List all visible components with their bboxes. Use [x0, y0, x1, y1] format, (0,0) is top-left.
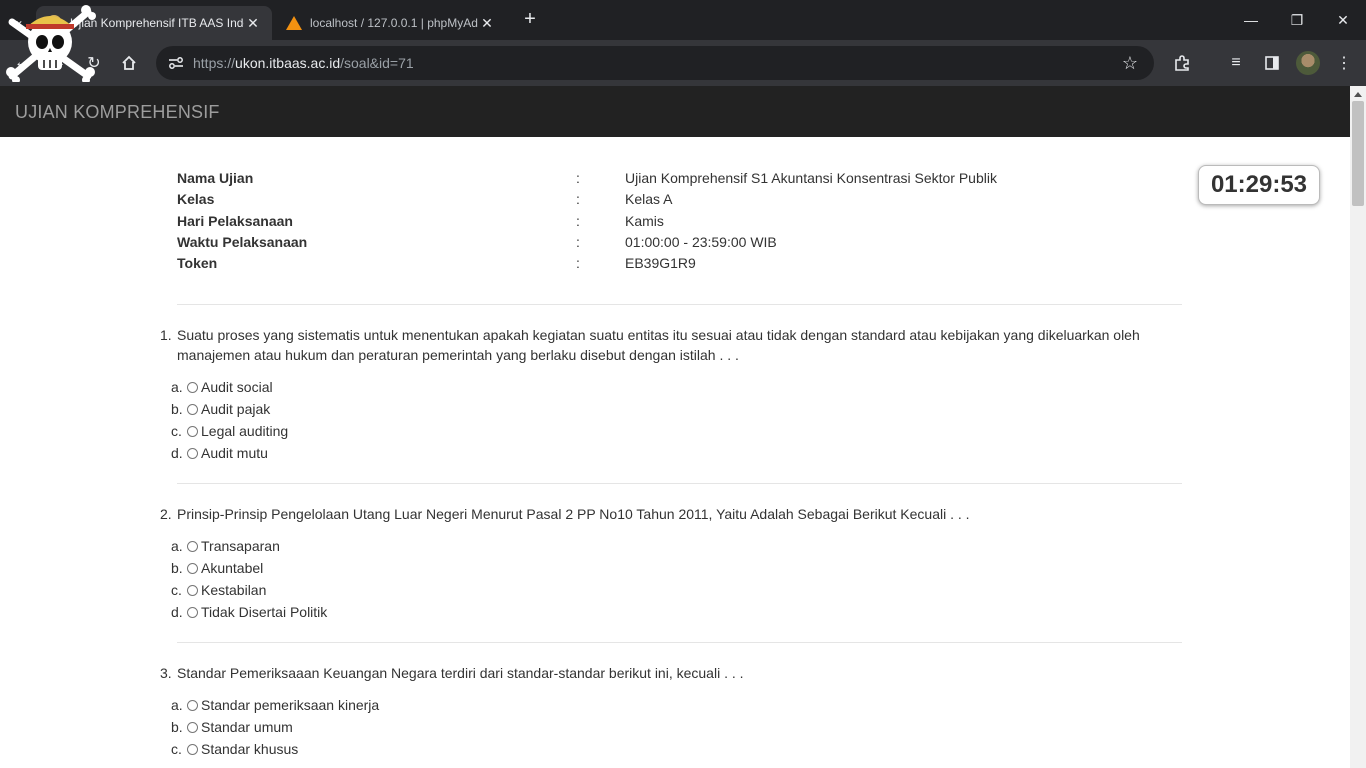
q3-option-b[interactable]: b. Standar umum — [171, 717, 293, 737]
question-number: 3. — [160, 665, 172, 681]
q2-option-d[interactable]: d. Tidak Disertai Politik — [171, 602, 327, 622]
page-scrollbar[interactable] — [1350, 86, 1366, 768]
radio-button[interactable] — [187, 448, 198, 459]
q3-option-c[interactable]: c. Standar khusus — [171, 739, 298, 759]
radio-button[interactable] — [187, 585, 198, 596]
extensions-icon[interactable] — [1170, 51, 1194, 75]
restore-button[interactable]: ❐ — [1274, 0, 1320, 40]
address-bar[interactable]: https://ukon.itbaas.ac.id/soal&id=71 ☆ — [156, 46, 1154, 80]
countdown-timer: 01:29:53 — [1198, 165, 1320, 205]
menu-kebab-icon[interactable]: ⋮ — [1332, 51, 1356, 75]
question-number: 2. — [160, 506, 172, 522]
q2-option-c[interactable]: c. Kestabilan — [171, 580, 266, 600]
q3-option-a[interactable]: a. Standar pemeriksaan kinerja — [171, 695, 379, 715]
phpmyadmin-favicon-icon — [286, 16, 302, 30]
radio-button[interactable] — [187, 426, 198, 437]
scroll-up-arrow-icon[interactable] — [1354, 92, 1362, 97]
radio-button[interactable] — [187, 700, 198, 711]
tab-title: Ujian Komprehensif ITB AAS Indonesia — [70, 16, 244, 30]
q1-option-b[interactable]: b. Audit pajak — [171, 399, 270, 419]
radio-button[interactable] — [187, 404, 198, 415]
q2-option-b[interactable]: b. Akuntabel — [171, 558, 263, 578]
bookmark-star-icon[interactable]: ☆ — [1118, 51, 1142, 75]
question-number: 1. — [160, 327, 172, 343]
tab-phpmyadmin[interactable]: localhost / 127.0.0.1 | phpMyAdmin ✕ — [276, 6, 506, 40]
close-tab-icon[interactable]: ✕ — [478, 15, 496, 32]
profile-avatar[interactable] — [1296, 51, 1320, 75]
radio-button[interactable] — [187, 541, 198, 552]
tab-title: localhost / 127.0.0.1 | phpMyAdmin — [310, 16, 478, 30]
side-panel-icon[interactable] — [1260, 51, 1284, 75]
divider — [177, 304, 1182, 305]
q1-option-c[interactable]: c. Legal auditing — [171, 421, 288, 441]
site-navbar: UJIAN KOMPREHENSIF — [0, 86, 1350, 137]
navbar-brand[interactable]: UJIAN KOMPREHENSIF — [15, 102, 220, 123]
new-tab-button[interactable]: + — [518, 8, 542, 32]
skull-crossbones-icon — [6, 5, 96, 82]
scrollbar-thumb[interactable] — [1352, 101, 1364, 206]
url-text: https://ukon.itbaas.ac.id/soal&id=71 — [193, 55, 414, 71]
divider — [177, 483, 1182, 484]
minimize-button[interactable]: — — [1228, 0, 1274, 40]
question-text: Prinsip-Prinsip Pengelolaan Utang Luar N… — [177, 506, 970, 522]
close-window-button[interactable]: ✕ — [1320, 0, 1366, 40]
site-info-icon[interactable] — [164, 51, 188, 75]
q1-option-d[interactable]: d. Audit mutu — [171, 443, 268, 463]
browser-tab-bar: ⌄ Ujian Komprehensif ITB AAS Indonesia ✕… — [0, 0, 1366, 40]
question-text: Suatu proses yang sistematis untuk menen… — [177, 327, 1140, 363]
radio-button[interactable] — [187, 744, 198, 755]
media-control-icon[interactable]: ≡ — [1224, 51, 1248, 75]
close-tab-icon[interactable]: ✕ — [244, 15, 262, 32]
radio-button[interactable] — [187, 722, 198, 733]
radio-button[interactable] — [187, 563, 198, 574]
divider — [177, 642, 1182, 643]
q2-option-a[interactable]: a. Transaparan — [171, 536, 280, 556]
home-icon[interactable] — [117, 51, 141, 75]
q1-option-a[interactable]: a. Audit social — [171, 377, 273, 397]
radio-button[interactable] — [187, 607, 198, 618]
radio-button[interactable] — [187, 382, 198, 393]
question-text: Standar Pemeriksaaan Keuangan Negara ter… — [177, 665, 744, 681]
